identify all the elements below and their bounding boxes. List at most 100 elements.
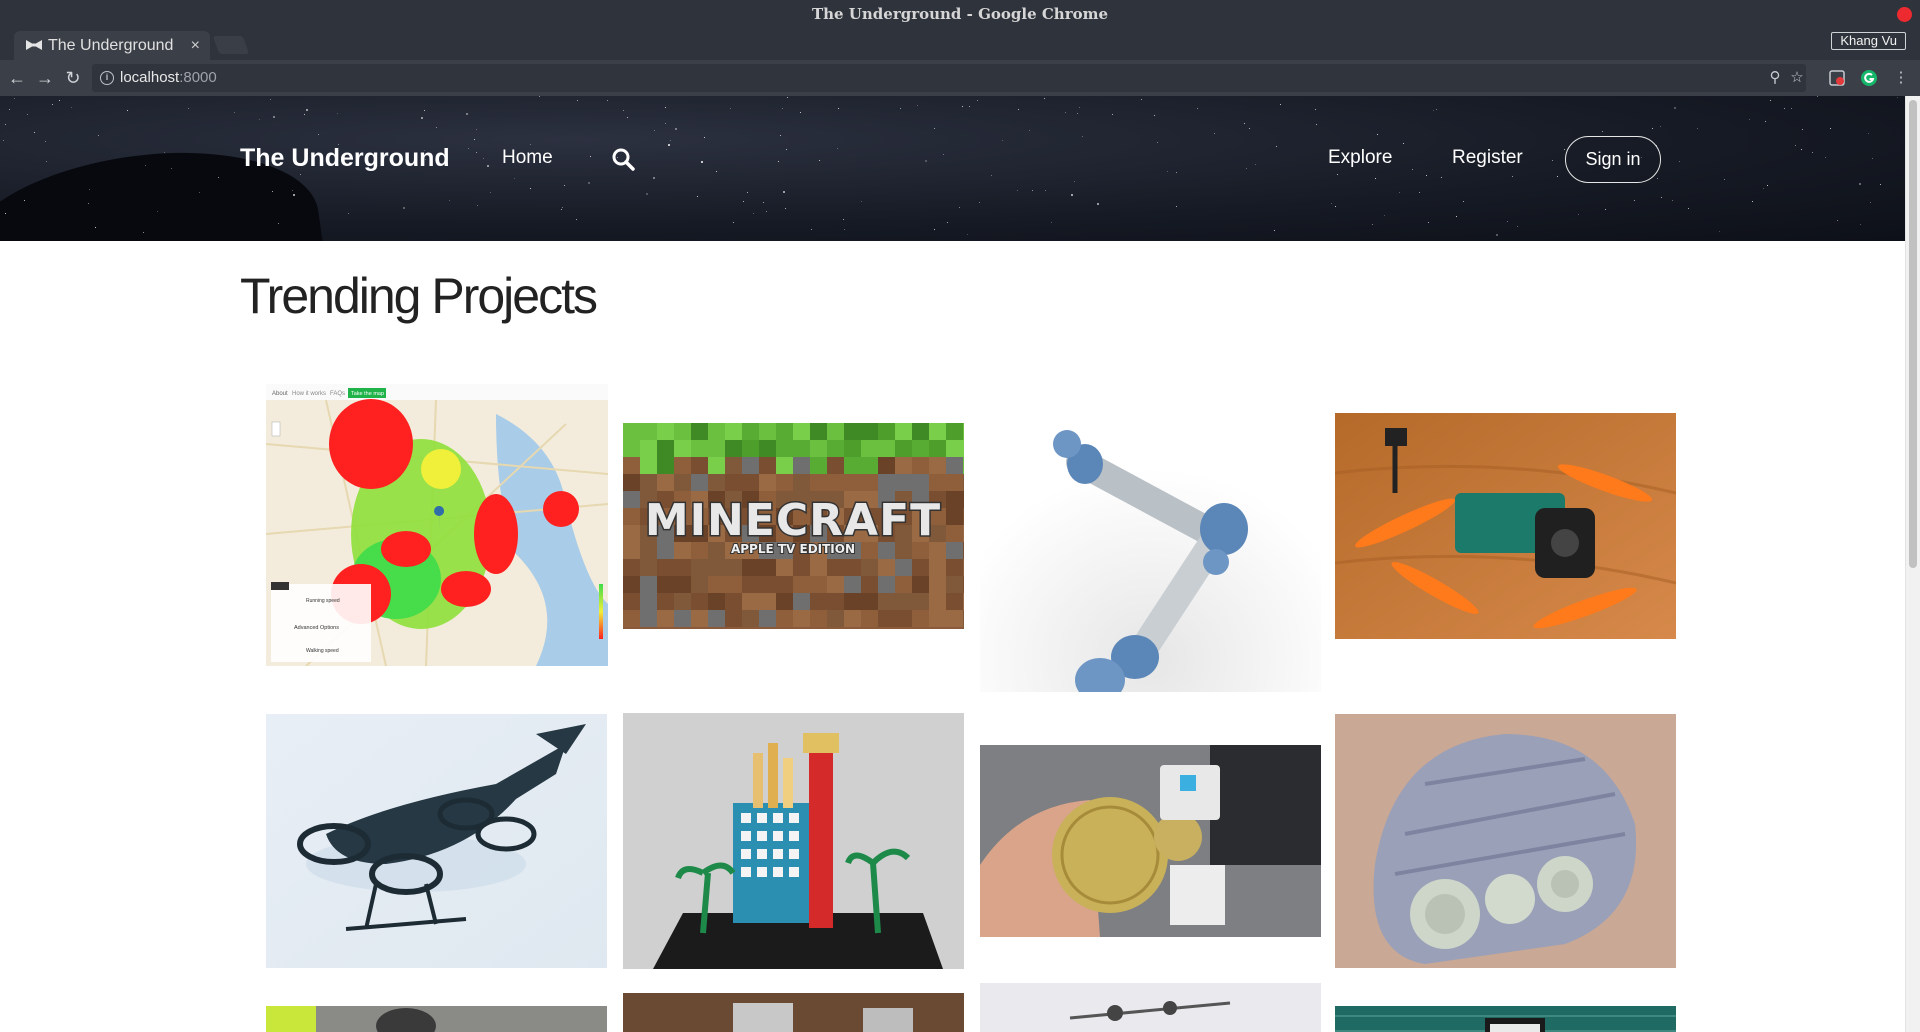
nav-home[interactable]: Home — [502, 146, 553, 170]
pixel-block — [861, 593, 878, 610]
star-dot — [1331, 203, 1332, 204]
pixel-block — [827, 610, 844, 627]
star-dot — [1860, 224, 1861, 225]
project-card-12[interactable] — [1335, 1006, 1676, 1032]
star-dot — [145, 165, 146, 166]
grammarly-icon[interactable] — [1860, 69, 1878, 87]
pixel-block — [878, 457, 895, 474]
site-brand[interactable]: The Underground — [240, 143, 450, 173]
pixel-block — [895, 593, 912, 610]
star-dot — [98, 135, 99, 136]
menu-icon[interactable]: ⋮ — [1892, 69, 1910, 87]
pixel-block — [895, 457, 912, 474]
pixel-block — [912, 610, 929, 627]
star-dot — [1679, 161, 1680, 162]
window-titlebar: The Underground - Google Chrome — [0, 0, 1920, 28]
pixel-block — [929, 474, 946, 491]
star-dot — [800, 112, 801, 113]
star-dot — [539, 96, 540, 97]
signin-button[interactable]: Sign in — [1565, 136, 1661, 183]
profile-button[interactable]: Khang Vu — [1831, 32, 1906, 50]
star-dot — [143, 232, 144, 233]
pixel-block — [759, 457, 776, 474]
project-card-11[interactable] — [980, 983, 1321, 1032]
tab-title: The Underground — [48, 37, 174, 54]
pixel-block — [946, 542, 963, 559]
browser-toolbar: ← → ↻ i localhost:8000 ⚲ ☆ ⋮ — [0, 60, 1920, 96]
nav-register[interactable]: Register — [1452, 146, 1523, 170]
project-card-drone[interactable] — [1335, 413, 1676, 639]
info-icon[interactable]: i — [100, 71, 114, 85]
reload-icon[interactable]: ↻ — [61, 66, 85, 90]
pixel-block — [776, 474, 793, 491]
nav-explore[interactable]: Explore — [1328, 146, 1392, 170]
star-dot — [1697, 128, 1698, 129]
star-dot — [1578, 214, 1579, 215]
project-card-9[interactable] — [266, 1006, 607, 1032]
star-dot — [934, 229, 935, 230]
project-card-coin-robot[interactable] — [980, 745, 1321, 937]
pixel-block — [793, 610, 810, 627]
star-dot — [1377, 134, 1378, 135]
star-dot — [1436, 109, 1437, 110]
pixel-block — [946, 491, 963, 508]
pixel-block — [963, 542, 964, 559]
project-card-robot-arm[interactable] — [980, 372, 1321, 692]
star-dot — [3, 140, 4, 141]
pixel-block — [657, 423, 674, 440]
pixel-block — [946, 525, 963, 542]
new-tab-button[interactable] — [212, 36, 250, 54]
star-dot — [403, 207, 405, 209]
minecraft-image: MINECRAFT APPLE TV EDITION — [623, 423, 964, 629]
pixel-block — [963, 610, 964, 627]
star-dot — [665, 107, 666, 108]
project-card-minecraft[interactable]: MINECRAFT APPLE TV EDITION — [623, 423, 964, 629]
browser-tab[interactable]: The Underground × — [14, 31, 210, 60]
search-icon[interactable] — [611, 147, 635, 171]
star-dot — [1428, 222, 1429, 223]
bookmark-star-icon[interactable]: ☆ — [1788, 69, 1806, 87]
project-card-building-model[interactable] — [623, 713, 964, 969]
star-dot — [1652, 128, 1653, 129]
pixel-block — [844, 474, 861, 491]
star-dot — [59, 100, 60, 101]
pixel-block — [878, 576, 895, 593]
star-dot — [787, 97, 788, 98]
star-dot — [576, 219, 577, 220]
page-scrollbar[interactable] — [1905, 96, 1920, 1032]
star-dot — [962, 106, 963, 107]
pixel-block — [657, 440, 674, 457]
star-dot — [838, 108, 839, 109]
star-dot — [588, 182, 590, 184]
pixel-block — [691, 474, 708, 491]
project-card-10[interactable] — [623, 993, 964, 1032]
forward-icon[interactable]: → — [33, 66, 57, 90]
star-dot — [1784, 108, 1785, 109]
star-dot — [1724, 179, 1725, 180]
star-dot — [27, 114, 28, 115]
star-dot — [861, 201, 862, 202]
zoom-icon[interactable]: ⚲ — [1766, 69, 1784, 87]
pixel-block — [776, 610, 793, 627]
project-card-tank-tracks[interactable] — [1335, 714, 1676, 968]
pixel-block — [691, 440, 708, 457]
pixel-block — [623, 440, 640, 457]
map-tab-take: Take the map — [351, 391, 384, 397]
pixel-block — [725, 593, 742, 610]
star-dot — [977, 100, 978, 101]
project-card-aircraft[interactable] — [266, 714, 607, 968]
window-close-button[interactable] — [1897, 7, 1912, 22]
pixel-block — [946, 593, 963, 610]
extension-icon[interactable] — [1828, 69, 1846, 87]
project-card-heatmap[interactable]: About How it works FAQs Take the map Run… — [266, 384, 608, 666]
address-bar[interactable]: i localhost:8000 ⚲ ☆ — [92, 64, 1806, 92]
pixel-block — [895, 474, 912, 491]
pixel-block — [827, 559, 844, 576]
star-dot — [1375, 178, 1376, 179]
tab-close-icon[interactable]: × — [191, 31, 200, 60]
pixel-block — [657, 559, 674, 576]
scrollbar-thumb[interactable] — [1909, 100, 1917, 568]
star-dot — [199, 192, 200, 193]
star-dot — [1112, 114, 1113, 115]
back-icon[interactable]: ← — [5, 66, 29, 90]
